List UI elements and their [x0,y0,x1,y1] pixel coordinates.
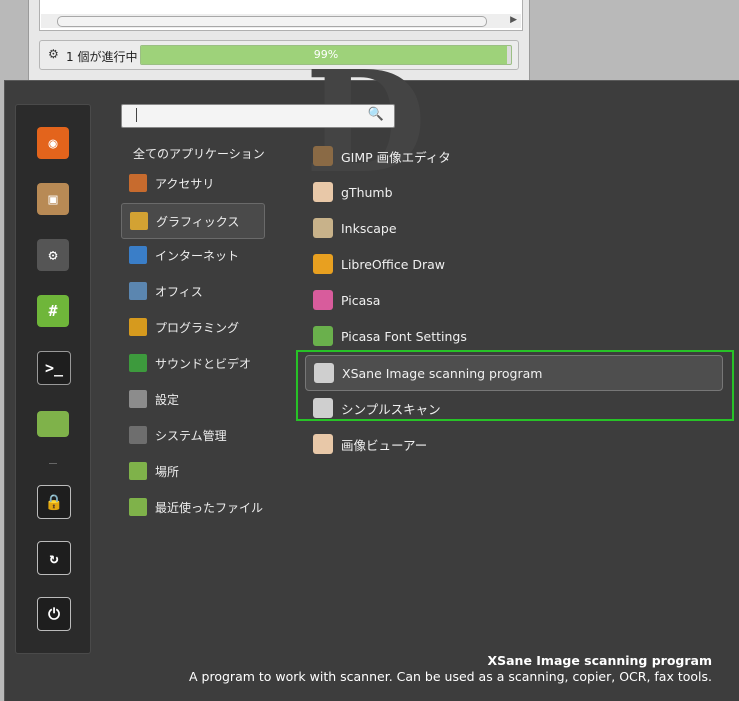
application-menu: D ◉ ▣ ⚙ # >_ 🔒 ↻ ⏻ 🔍 全てのアプリケーション アクセサリグラ… [4,41,739,701]
app-description-title: XSane Image scanning program [487,653,712,668]
app-label: Picasa Font Settings [341,328,467,344]
gthumb-icon [313,182,333,202]
category-label: 最近使ったファイル [155,500,264,515]
terminal-icon[interactable]: >_ [37,351,71,385]
category-label: グラフィックス [156,214,240,229]
app-item[interactable]: Inkscape [305,211,721,245]
category-label: オフィス [155,284,203,299]
app-item[interactable]: Picasa Font Settings [305,319,721,353]
app-description-text: A program to work with scanner. Can be u… [189,669,712,684]
recent-files-icon [129,498,147,516]
accessories-icon [129,174,147,192]
search-input[interactable]: 🔍 [121,104,395,128]
app-label: gThumb [341,184,393,200]
sound-video-icon [129,354,147,372]
transfer-window: ▶ ⚙ 1 個が進行中 99% [28,0,530,80]
app-item[interactable]: XSane Image scanning program [305,355,723,391]
category-item[interactable]: グラフィックス [121,203,265,239]
logout-icon[interactable]: ↻ [37,541,71,575]
firefox-icon[interactable]: ◉ [37,127,69,159]
search-icon: 🔍 [367,107,384,122]
category-item[interactable]: システム管理 [121,419,263,451]
gimp-icon [313,146,333,166]
shutdown-icon[interactable]: ⏻ [37,597,71,631]
libreoffice-draw-icon [313,254,333,274]
picasa-icon [313,290,333,310]
office-icon [129,282,147,300]
progress-row: ⚙ 1 個が進行中 99% [39,40,519,70]
settings-icon [129,390,147,408]
app-label: Inkscape [341,220,397,236]
category-label: サウンドとビデオ [155,356,252,371]
simple-scan-icon [313,398,333,418]
category-label: システム管理 [155,428,227,443]
app-label: LibreOffice Draw [341,256,446,272]
category-label: インターネット [155,248,240,263]
category-all-applications[interactable]: 全てのアプリケーション [133,145,265,162]
text-caret [136,108,137,122]
gear-icon[interactable]: ⚙ [48,47,59,61]
category-label: 場所 [155,464,180,479]
app-item[interactable]: 画像ビューアー [305,427,721,461]
app-item[interactable]: Picasa [305,283,721,317]
favorites-separator [49,463,57,464]
places-folder-icon [129,462,147,480]
picasa-font-settings-icon [313,326,333,346]
scrollbar-thumb[interactable] [57,16,487,27]
category-item[interactable]: サウンドとビデオ [121,347,263,379]
lock-screen-icon[interactable]: 🔒 [37,485,71,519]
app-label: XSane Image scanning program [342,365,543,381]
internet-icon [129,246,147,264]
app-item[interactable]: シンプルスキャン [305,391,721,425]
app-label: GIMP 画像エディタ [341,149,451,165]
files-folder-icon[interactable] [37,411,69,437]
xsane-icon [314,363,334,383]
category-item[interactable]: 最近使ったファイル [121,491,263,523]
image-viewer-icon [313,434,333,454]
app-item[interactable]: LibreOffice Draw [305,247,721,281]
category-item[interactable]: インターネット [121,239,263,271]
category-item[interactable]: オフィス [121,275,263,307]
category-label: アクセサリ [155,176,215,191]
programming-icon [129,318,147,336]
category-item[interactable]: 設定 [121,383,263,415]
app-label: シンプルスキャン [341,401,441,417]
app-item[interactable]: gThumb [305,175,721,209]
hexchat-icon[interactable]: # [37,295,69,327]
category-label: プログラミング [155,320,240,335]
progress-status: 1 個が進行中 [66,50,138,64]
category-label: 設定 [155,392,180,407]
app-item[interactable]: GIMP 画像エディタ [305,139,721,173]
category-item[interactable]: アクセサリ [121,167,263,199]
graphics-icon [130,212,148,230]
app-label: Picasa [341,292,381,308]
category-item[interactable]: 場所 [121,455,263,487]
inkscape-icon [313,218,333,238]
horizontal-scrollbar[interactable]: ▶ [41,14,521,28]
software-manager-icon[interactable]: ▣ [37,183,69,215]
app-label: 画像ビューアー [341,437,428,453]
favorites-bar: ◉ ▣ ⚙ # >_ 🔒 ↻ ⏻ [15,104,91,654]
scroll-right-arrow-icon[interactable]: ▶ [510,15,517,25]
system-admin-icon [129,426,147,444]
category-item[interactable]: プログラミング [121,311,263,343]
system-settings-icon[interactable]: ⚙ [37,239,69,271]
